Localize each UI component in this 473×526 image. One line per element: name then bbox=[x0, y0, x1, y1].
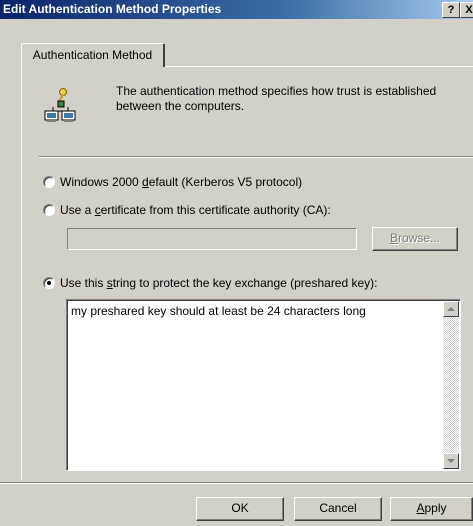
title-bar[interactable]: Edit Authentication Method Properties bbox=[0, 0, 473, 19]
ca-name-field[interactable] bbox=[67, 228, 357, 250]
browse-button[interactable]: Browse... bbox=[372, 227, 458, 251]
description-text: The authentication method specifies how … bbox=[116, 84, 437, 113]
footer-divider bbox=[0, 482, 473, 484]
tab-label: Authentication Method bbox=[32, 48, 153, 62]
divider bbox=[39, 156, 473, 158]
vertical-scrollbar[interactable] bbox=[443, 301, 459, 469]
arrow-up-icon bbox=[447, 307, 455, 311]
close-button[interactable]: X bbox=[460, 2, 473, 18]
help-icon: ? bbox=[447, 4, 455, 16]
radio-preshared-key[interactable] bbox=[43, 277, 55, 289]
radio-selected-dot bbox=[47, 281, 51, 285]
scroll-up-button[interactable] bbox=[443, 301, 459, 317]
radio-preshared-key-label[interactable]: Use this string to protect the key excha… bbox=[60, 276, 378, 290]
window-title: Edit Authentication Method Properties bbox=[3, 2, 222, 16]
tab-authentication-method[interactable]: Authentication Method bbox=[21, 43, 165, 67]
scroll-down-button[interactable] bbox=[443, 453, 459, 469]
radio-certificate[interactable] bbox=[43, 204, 55, 216]
help-button[interactable]: ? bbox=[442, 2, 460, 18]
arrow-down-icon bbox=[447, 459, 455, 463]
radio-kerberos-label[interactable]: Windows 2000 default (Kerberos V5 protoc… bbox=[60, 175, 302, 189]
cancel-button[interactable]: Cancel bbox=[294, 497, 382, 521]
radio-certificate-label[interactable]: Use a certificate from this certificate … bbox=[60, 203, 331, 217]
preshared-key-textarea[interactable]: my preshared key should at least be 24 c… bbox=[66, 299, 461, 471]
preshared-key-text: my preshared key should at least be 24 c… bbox=[71, 304, 366, 318]
ok-button[interactable]: OK bbox=[196, 497, 284, 521]
radio-kerberos[interactable] bbox=[43, 176, 55, 188]
close-icon: X bbox=[465, 4, 473, 16]
apply-button[interactable]: Apply bbox=[390, 497, 473, 521]
dialog-window: Edit Authentication Method Properties ? … bbox=[0, 0, 473, 526]
network-computers-key-icon bbox=[44, 88, 76, 122]
